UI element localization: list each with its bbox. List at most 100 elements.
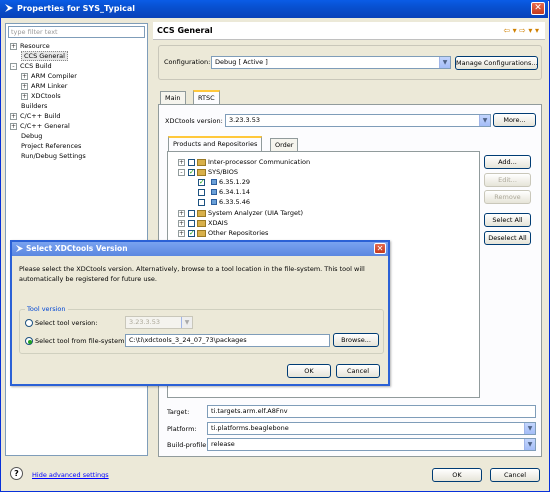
app-icon — [15, 244, 24, 253]
checkbox[interactable] — [188, 228, 195, 238]
tree-item-arm-compiler[interactable]: + ARM Compiler — [21, 71, 77, 81]
tree-item-label: C/C++ General — [20, 122, 70, 130]
option-label: Select tool version: — [35, 319, 98, 327]
navigation-arrows-icon[interactable]: ⇦ ▾ ⇨ ▾ ▾ — [503, 26, 539, 35]
radio-button[interactable] — [25, 319, 33, 327]
tool-path-input[interactable]: C:\ti\xdctools_3_24_07_73\packages — [125, 334, 330, 347]
add-button[interactable]: Add... — [484, 155, 531, 169]
expand-icon[interactable]: + — [178, 158, 185, 166]
chevron-down-icon[interactable]: ▼ — [479, 115, 490, 126]
xdctools-version-select[interactable]: 3.23.3.53 ▼ — [225, 114, 491, 127]
list-item-other-repositories[interactable]: + Other Repositories — [178, 228, 268, 238]
tree-item-arm-linker[interactable]: + ARM Linker — [21, 81, 67, 91]
checkbox[interactable] — [188, 167, 195, 177]
window-title: Properties for SYS_Typical — [17, 4, 136, 13]
cancel-button[interactable]: Cancel — [490, 468, 540, 482]
collapse-icon[interactable]: - — [10, 62, 17, 70]
xdctools-version-value: 3.23.3.53 — [229, 116, 261, 124]
expand-icon[interactable]: + — [21, 92, 28, 100]
list-item-version[interactable]: 6.34.1.14 — [198, 187, 250, 197]
filter-input[interactable]: type filter text — [8, 26, 145, 38]
dialog-ok-button[interactable]: OK — [287, 364, 331, 378]
select-xdctools-dialog: Select XDCtools Version ✕ Please select … — [10, 240, 390, 386]
checkbox[interactable] — [188, 158, 195, 166]
window-titlebar[interactable]: Properties for SYS_Typical ✕ — [0, 0, 548, 18]
expand-icon[interactable]: + — [21, 82, 28, 90]
tab-order[interactable]: Order — [270, 138, 299, 152]
dialog-close-button[interactable]: ✕ — [374, 243, 386, 254]
tree-item-ccs-build[interactable]: - CCS Build — [10, 61, 52, 71]
expand-icon[interactable]: + — [21, 72, 28, 80]
checkbox[interactable] — [188, 209, 195, 217]
tree-item-label: C/C++ Build — [20, 112, 61, 120]
tree-item-project-references[interactable]: Project References — [21, 141, 81, 151]
list-item-sysbios[interactable]: - SYS/BIOS — [178, 167, 238, 177]
build-profile-select[interactable]: release ▼ — [207, 438, 536, 451]
expand-icon[interactable]: + — [10, 122, 17, 130]
platform-label: Platform: — [167, 425, 197, 433]
expand-icon[interactable]: + — [178, 209, 185, 217]
manage-configurations-button[interactable]: Manage Configurations... — [455, 56, 538, 70]
dialog-cancel-button[interactable]: Cancel — [336, 364, 380, 378]
page-header: CCS General ⇦ ▾ ⇨ ▾ ▾ — [153, 22, 545, 40]
tree-item-builders[interactable]: Builders — [21, 101, 47, 111]
build-profile-value: release — [211, 440, 235, 448]
list-item-system-analyzer[interactable]: + System Analyzer (UIA Target) — [178, 208, 303, 218]
tab-products-repositories[interactable]: Products and Repositories — [168, 136, 263, 151]
checkbox[interactable] — [198, 188, 205, 196]
list-item-ipc[interactable]: + Inter-processor Communication — [178, 157, 310, 167]
tree-item-label: Run/Debug Settings — [21, 152, 86, 160]
expand-icon[interactable]: + — [178, 219, 185, 227]
dialog-titlebar[interactable]: Select XDCtools Version ✕ — [12, 242, 388, 256]
platform-value: ti.platforms.beaglebone — [211, 424, 289, 432]
build-profile-label: Build-profile: — [167, 441, 209, 449]
tab-main[interactable]: Main — [160, 91, 186, 105]
expand-icon[interactable]: + — [10, 42, 17, 50]
tree-item-label: ARM Compiler — [31, 72, 77, 80]
ok-button[interactable]: OK — [432, 468, 482, 482]
target-field[interactable]: ti.targets.arm.elf.A8Fnv — [207, 405, 536, 418]
chevron-down-icon[interactable]: ▼ — [181, 317, 192, 328]
tree-item-label: CCS General — [21, 51, 68, 61]
select-tool-filesystem-option[interactable]: Select tool from file-system: — [25, 336, 127, 346]
edit-button[interactable]: Edit... — [484, 173, 531, 187]
configuration-select[interactable]: Debug [ Active ] ▼ — [211, 56, 451, 69]
tree-item-run-debug-settings[interactable]: Run/Debug Settings — [21, 151, 86, 161]
tree-item-cpp-general[interactable]: + C/C++ General — [10, 121, 70, 131]
tab-label: Main — [165, 94, 181, 102]
radio-button[interactable] — [25, 337, 33, 345]
tree-item-cpp-build[interactable]: + C/C++ Build — [10, 111, 61, 121]
chevron-down-icon[interactable]: ▼ — [524, 439, 535, 450]
select-all-button[interactable]: Select All — [484, 213, 531, 227]
collapse-icon[interactable]: - — [178, 168, 185, 176]
tree-item-ccs-general[interactable]: CCS General — [21, 51, 68, 61]
expand-icon[interactable]: + — [10, 112, 17, 120]
select-tool-version-option[interactable]: Select tool version: — [25, 318, 98, 328]
list-item-version[interactable]: 6.35.1.29 — [198, 177, 250, 187]
product-label: 6.34.1.14 — [219, 188, 251, 196]
tool-version-select[interactable]: 3.23.3.53 ▼ — [125, 316, 193, 329]
checkbox[interactable] — [198, 177, 205, 187]
help-icon[interactable]: ? — [10, 467, 23, 480]
chevron-down-icon[interactable]: ▼ — [439, 57, 450, 68]
checkbox[interactable] — [198, 198, 205, 206]
list-item-xdais[interactable]: + XDAIS — [178, 218, 228, 228]
chevron-down-icon[interactable]: ▼ — [524, 423, 535, 434]
expand-icon[interactable]: + — [178, 229, 185, 237]
more-button[interactable]: More... — [493, 113, 536, 127]
platform-select[interactable]: ti.platforms.beaglebone ▼ — [207, 422, 536, 435]
folder-icon — [197, 229, 206, 237]
list-item-version[interactable]: 6.33.5.46 — [198, 197, 250, 207]
hide-advanced-settings-link[interactable]: Hide advanced settings — [32, 471, 109, 479]
deselect-all-button[interactable]: Deselect All — [484, 231, 531, 245]
checkbox[interactable] — [188, 219, 195, 227]
tab-rtsc[interactable]: RTSC — [193, 90, 220, 105]
product-label: XDAIS — [208, 219, 228, 227]
tree-item-label: Debug — [21, 132, 43, 140]
tree-item-debug[interactable]: Debug — [21, 131, 42, 141]
tree-item-resource[interactable]: + Resource — [10, 41, 50, 51]
browse-button[interactable]: Browse... — [333, 333, 379, 347]
tree-item-xdctools[interactable]: + XDCtools — [21, 91, 61, 101]
remove-button[interactable]: Remove — [484, 190, 531, 204]
window-close-button[interactable]: ✕ — [531, 2, 545, 15]
